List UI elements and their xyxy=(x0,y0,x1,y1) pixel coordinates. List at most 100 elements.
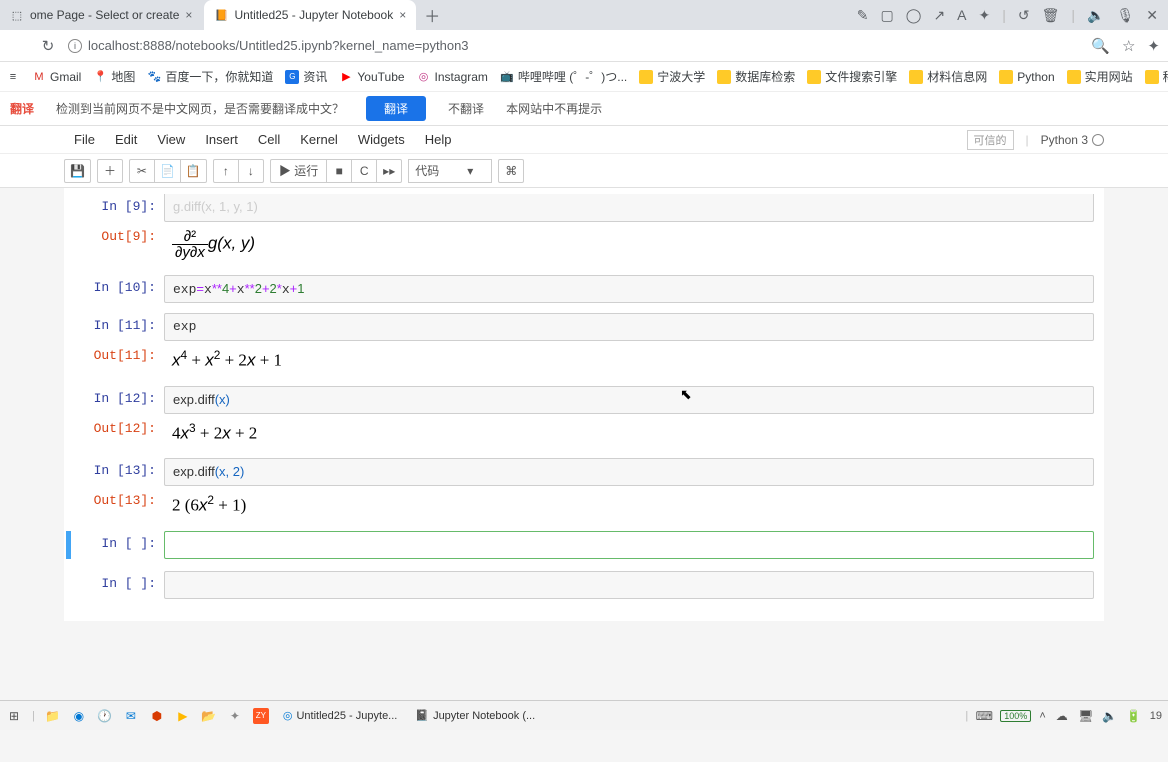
menu-view[interactable]: View xyxy=(147,132,195,147)
separator: | xyxy=(1002,7,1006,23)
taskbar-item-notebook[interactable]: 📓Jupyter Notebook (... xyxy=(411,707,539,724)
command-palette-button[interactable]: ⌘ xyxy=(498,159,524,183)
cloud-icon[interactable]: ☁ xyxy=(1054,708,1070,724)
bookmark-folder[interactable]: 文件搜索引擎 xyxy=(807,68,897,85)
new-tab-button[interactable]: ＋ xyxy=(418,3,446,27)
zy-icon[interactable]: ZY xyxy=(253,708,269,724)
popout-icon[interactable]: ↗ xyxy=(933,7,945,24)
url-input[interactable]: i localhost:8888/notebooks/Untitled25.ip… xyxy=(68,38,1081,53)
menu-cell[interactable]: Cell xyxy=(248,132,290,147)
bookmark-maps[interactable]: 📍地图 xyxy=(93,68,135,85)
menu-widgets[interactable]: Widgets xyxy=(348,132,415,147)
move-up-button[interactable]: ↑ xyxy=(213,159,239,183)
menu-insert[interactable]: Insert xyxy=(195,132,248,147)
kernel-indicator[interactable]: Python 3 xyxy=(1041,133,1104,147)
clock[interactable]: 19 xyxy=(1150,710,1162,722)
task-view-icon[interactable]: ⊞ xyxy=(6,708,22,724)
menu-edit[interactable]: Edit xyxy=(105,132,147,147)
reload-button[interactable]: ↻ xyxy=(38,37,58,55)
move-down-button[interactable]: ↓ xyxy=(238,159,264,183)
volume-icon[interactable]: 🔈 xyxy=(1102,708,1118,724)
window-close-icon[interactable]: ✕ xyxy=(1146,7,1158,24)
edge-icon[interactable]: ◉ xyxy=(71,708,87,724)
explorer-icon[interactable]: 📂 xyxy=(201,708,217,724)
star-icon[interactable]: ☆ xyxy=(1122,37,1135,55)
play-icon[interactable]: ▶ xyxy=(175,708,191,724)
bookmark-bilibili[interactable]: 📺哔哩哔哩 (゜-゜)つ... xyxy=(500,68,627,85)
code-input[interactable]: g.diff(x, 1, y, 1) xyxy=(164,194,1094,222)
menu-help[interactable]: Help xyxy=(415,132,462,147)
power-icon[interactable]: 🔋 xyxy=(1126,708,1142,724)
translate-button[interactable]: 翻译 xyxy=(366,96,426,121)
app-icon[interactable]: ✦ xyxy=(227,708,243,724)
square-icon[interactable]: ▢ xyxy=(881,7,894,24)
code-input[interactable] xyxy=(164,571,1094,599)
keyboard-icon[interactable]: ⌨ xyxy=(976,708,992,724)
separator: | xyxy=(1071,7,1075,23)
code-input[interactable]: exp.diff(x) xyxy=(164,386,1094,414)
folder-icon[interactable]: 📁 xyxy=(45,708,61,724)
bookmark-bar: ≡ MGmail 📍地图 🐾百度一下，你就知道 G资讯 ▶YouTube ◎In… xyxy=(0,62,1168,92)
code-input[interactable]: exp.diff(x, 2) xyxy=(164,458,1094,486)
paste-button[interactable]: 📋 xyxy=(180,159,207,183)
tab-title: ome Page - Select or create xyxy=(30,8,179,22)
bookmark-instagram[interactable]: ◎Instagram xyxy=(417,70,488,84)
bookmark-folder[interactable]: 材料信息网 xyxy=(909,68,987,85)
window-controls: ✎ ▢ ◯ ↗ A ✦ | ↺ 🗑 | 🔈 🎙 ✕ xyxy=(847,7,1168,24)
bookmark-folder[interactable]: 宁波大学 xyxy=(639,68,705,85)
zoom-icon[interactable]: 🔍 xyxy=(1091,37,1110,55)
restart-button[interactable]: C xyxy=(351,159,377,183)
celltype-select[interactable]: 代码 xyxy=(408,159,492,183)
network-icon[interactable]: 🖥 xyxy=(1078,708,1094,724)
browser-tab-1[interactable]: ⬚ ome Page - Select or create × xyxy=(0,0,202,30)
close-icon[interactable]: × xyxy=(185,8,192,22)
bookmark-baidu[interactable]: 🐾百度一下，你就知道 xyxy=(147,68,273,85)
in-prompt: In [10]: xyxy=(74,275,164,303)
trusted-indicator[interactable]: 可信的 xyxy=(967,130,1014,150)
no-translate-button[interactable]: 不翻译 xyxy=(448,100,484,117)
code-input[interactable]: exp xyxy=(164,313,1094,341)
taskbar-item-jupyter[interactable]: ◎Untitled25 - Jupyte... xyxy=(279,707,402,724)
code-input[interactable]: exp=x**4+x**2+2*x+1 xyxy=(164,275,1094,303)
bookmark-folder[interactable]: 数据库检索 xyxy=(717,68,795,85)
jupyter-toolbar: 💾 ＋ ✂ 📄 📋 ↑ ↓ ▶ 运行 ■ C ▸▸ 代码 ⌘ xyxy=(0,154,1168,188)
info-icon[interactable]: i xyxy=(68,39,82,53)
tray-chevron-icon[interactable]: ˄ xyxy=(1039,710,1045,722)
magic-icon[interactable]: ✦ xyxy=(979,7,991,24)
bookmark-folder[interactable]: 实用网站 xyxy=(1067,68,1133,85)
browser-tab-2[interactable]: 📙 Untitled25 - Jupyter Notebook × xyxy=(204,0,416,30)
close-icon[interactable]: × xyxy=(399,8,406,22)
bookmark-folder[interactable]: Python xyxy=(999,70,1054,84)
apps-button[interactable]: ≡ xyxy=(6,70,20,84)
never-translate-button[interactable]: 本网站中不再提示 xyxy=(506,100,602,117)
mic-icon[interactable]: 🎙 xyxy=(1116,7,1134,24)
menu-file[interactable]: File xyxy=(64,132,105,147)
cut-button[interactable]: ✂ xyxy=(129,159,155,183)
bookmark-news[interactable]: G资讯 xyxy=(285,68,327,85)
bookmark-gmail[interactable]: MGmail xyxy=(32,70,81,84)
undo-icon[interactable]: ↺ xyxy=(1018,7,1030,24)
extensions-icon[interactable]: ✦ xyxy=(1147,37,1160,55)
menu-kernel[interactable]: Kernel xyxy=(290,132,348,147)
code-input[interactable] xyxy=(164,531,1094,559)
save-button[interactable]: 💾 xyxy=(64,159,91,183)
bookmark-folder[interactable]: 科研知识 xyxy=(1145,68,1168,85)
run-button[interactable]: ▶ 运行 xyxy=(270,159,327,183)
edit-icon[interactable]: ✎ xyxy=(857,7,869,24)
browser-tab-strip: ⬚ ome Page - Select or create × 📙 Untitl… xyxy=(0,0,1168,30)
office-icon[interactable]: ⬢ xyxy=(149,708,165,724)
out-prompt: Out[12]: xyxy=(74,416,164,449)
copy-button[interactable]: 📄 xyxy=(154,159,181,183)
clock-icon[interactable]: 🕐 xyxy=(97,708,113,724)
circle-icon[interactable]: ◯ xyxy=(906,7,922,24)
sound-icon[interactable]: 🔈 xyxy=(1087,7,1104,24)
in-prompt: In [12]: xyxy=(74,386,164,414)
trash-icon[interactable]: 🗑 xyxy=(1042,7,1060,24)
bookmark-youtube[interactable]: ▶YouTube xyxy=(339,70,404,84)
mail-icon[interactable]: ✉ xyxy=(123,708,139,724)
battery-indicator[interactable]: 100% xyxy=(1000,710,1031,722)
text-icon[interactable]: A xyxy=(957,7,966,23)
stop-button[interactable]: ■ xyxy=(326,159,352,183)
add-cell-button[interactable]: ＋ xyxy=(97,159,123,183)
run-all-button[interactable]: ▸▸ xyxy=(376,159,402,183)
